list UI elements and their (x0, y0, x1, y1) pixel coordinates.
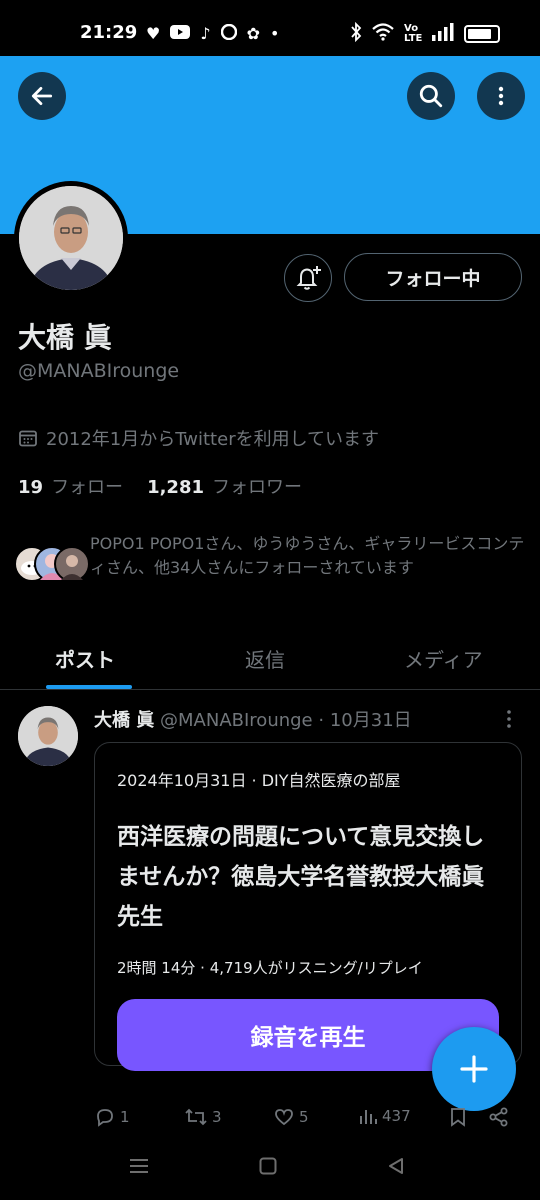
more-vertical-icon (498, 86, 504, 106)
heart-icon: ♥ (146, 24, 161, 43)
app-icon: ✿ (246, 24, 260, 43)
dazn-icon (220, 23, 237, 44)
back-triangle-icon (389, 1158, 403, 1174)
plus-icon (460, 1055, 488, 1083)
post-more-button[interactable] (500, 708, 518, 734)
followed-by[interactable]: POPO1 POPO1さん、ゆうゆうさん、ギャラリービスコンティさん、他34人さ… (14, 532, 534, 586)
recent-apps-button[interactable] (128, 1156, 150, 1180)
reply-icon (97, 1109, 113, 1127)
follow-stats: 19 フォロー 1,281 フォロワー (18, 473, 302, 499)
tab-posts[interactable]: ポスト (55, 644, 115, 673)
more-vertical-icon (507, 710, 511, 728)
compose-button[interactable] (432, 1027, 516, 1111)
profile-name: 大橋 眞 (18, 321, 112, 354)
active-tab-indicator (46, 685, 132, 689)
share-icon (489, 1107, 508, 1127)
back-button[interactable] (18, 72, 66, 120)
bluetooth-icon (350, 21, 362, 46)
dot-icon: • (269, 24, 280, 43)
following-count: 19 (18, 477, 44, 498)
post-actions: 1 3 5 437 (0, 1106, 540, 1138)
post-date[interactable]: 10月31日 (330, 710, 412, 731)
volte-label: Vo LTE (404, 23, 423, 44)
search-button[interactable] (407, 72, 455, 120)
post-handle[interactable]: @MANABIrounge (160, 710, 313, 731)
profile-tabs: ポスト 返信 メディア (0, 630, 540, 690)
reply-button[interactable]: 1 (94, 1106, 130, 1128)
share-button[interactable] (488, 1106, 510, 1128)
calendar-icon (19, 430, 37, 447)
following-label: フォロー (51, 477, 124, 498)
like-button[interactable]: 5 (273, 1106, 309, 1128)
like-count: 5 (299, 1108, 309, 1126)
system-icons: Vo LTE (350, 21, 500, 46)
analytics-icon (360, 1110, 377, 1124)
repost-button[interactable]: 3 (184, 1106, 222, 1128)
followers-count: 1,281 (147, 477, 204, 498)
post-header: 大橋 眞 @MANABIrounge · 10月31日 (94, 706, 412, 732)
followed-by-text: POPO1 POPO1さん、ゆうゆうさん、ギャラリービスコンティさん、他34人さ… (90, 534, 525, 577)
spaces-card[interactable]: 2024年10月31日 · DIY自然医療の部屋 西洋医療の問題について意見交換… (94, 742, 522, 1071)
back-arrow-icon (31, 87, 53, 105)
menu-icon (130, 1159, 148, 1173)
profile-avatar[interactable] (14, 181, 128, 295)
post-avatar[interactable] (18, 706, 78, 766)
notifications-bell-button[interactable] (284, 254, 332, 302)
bookmark-button[interactable] (448, 1106, 468, 1128)
search-icon (419, 84, 443, 108)
battery-icon (464, 25, 500, 43)
following-button[interactable]: フォロー中 (344, 253, 522, 301)
joined-text: 2012年1月からTwitterを利用しています (46, 429, 380, 450)
signal-icon (432, 23, 454, 45)
notification-icons: ♥ ♪ ✿ • (146, 23, 280, 44)
views-count: 437 (382, 1107, 411, 1125)
profile-handle: @MANABIrounge (18, 360, 180, 382)
follower-avatar (54, 546, 90, 582)
bell-plus-icon (296, 266, 321, 290)
youtube-icon (170, 25, 191, 43)
status-bar: 21:29 ♥ ♪ ✿ • Vo LTE (0, 0, 540, 56)
spaces-title: 西洋医療の問題について意見交換しませんか？徳島大学名誉教授大橋眞先生 (117, 824, 485, 930)
followed-by-avatars (14, 546, 90, 586)
repost-icon (185, 1108, 207, 1126)
wifi-icon (372, 23, 394, 45)
spaces-subtitle: 2時間 14分 · 4,719人がリスニング/リプレイ (117, 959, 423, 977)
bookmark-icon (451, 1108, 465, 1127)
views-button[interactable]: 437 (358, 1106, 411, 1126)
post-author[interactable]: 大橋 眞 (94, 710, 154, 731)
post-separator: · (318, 710, 325, 731)
spaces-meta: 2024年10月31日 · DIY自然医療の部屋 (117, 771, 401, 790)
more-options-button[interactable] (477, 72, 525, 120)
repost-count: 3 (212, 1108, 222, 1126)
system-navigation-bar (0, 1140, 540, 1200)
following-link[interactable]: 19 フォロー (18, 473, 123, 499)
followers-link[interactable]: 1,281 フォロワー (147, 473, 302, 499)
status-time: 21:29 (80, 22, 138, 43)
system-back-button[interactable] (386, 1156, 406, 1180)
tab-media[interactable]: メディア (404, 644, 483, 673)
tab-replies[interactable]: 返信 (245, 644, 285, 673)
heart-icon (275, 1109, 293, 1126)
home-button[interactable] (258, 1156, 278, 1180)
tiktok-icon: ♪ (200, 24, 211, 43)
followers-label: フォロワー (212, 477, 302, 498)
home-square-icon (259, 1157, 277, 1175)
joined-date: 2012年1月からTwitterを利用しています (18, 425, 379, 451)
reply-count: 1 (120, 1108, 130, 1126)
